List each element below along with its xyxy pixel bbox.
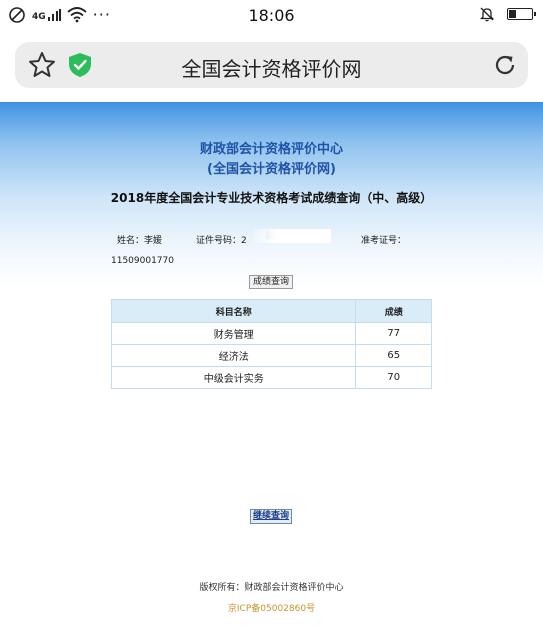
table-row: 中级会计实务 70	[110, 366, 432, 389]
table-header-row: 科目名称 成绩	[110, 299, 432, 323]
ticket-number-value: 11509001770	[111, 256, 174, 266]
header-subject: 科目名称	[110, 299, 357, 323]
score-cell: 65	[355, 344, 432, 367]
score-cell: 70	[355, 366, 432, 389]
subject-cell: 中级会计实务	[110, 366, 357, 389]
score-query-button[interactable]: 成绩查询	[249, 275, 293, 289]
browser-page-title[interactable]: 全国会计资格评价网	[15, 53, 528, 82]
browser-address-bar[interactable]: 全国会计资格评价网	[15, 42, 528, 88]
reload-icon[interactable]	[491, 51, 519, 79]
table-row: 经济法 65	[110, 344, 432, 367]
score-cell: 77	[355, 322, 432, 345]
mute-bell-icon	[479, 7, 495, 22]
icp-license-link[interactable]: 京ICP备05002860号	[0, 601, 543, 614]
status-bar: 4G ··· 18:06	[0, 0, 543, 32]
subject-cell: 财务管理	[110, 322, 357, 345]
page-content: 财政部会计资格评价中心 (全国会计资格评价网) 2018年度全国会计专业技术资格…	[0, 102, 543, 640]
subject-cell: 经济法	[110, 344, 357, 367]
org-name: 财政部会计资格评价中心	[199, 142, 343, 157]
id-number-label: 证件号码：2	[196, 236, 247, 246]
header-score: 成绩	[355, 299, 432, 323]
score-table: 科目名称 成绩 财务管理 77 经济法 65 中级会计实务 70	[110, 299, 432, 389]
status-time: 18:06	[248, 6, 295, 25]
battery-icon	[507, 8, 536, 20]
candidate-name: 姓名：李媛	[117, 236, 163, 246]
continue-query-button[interactable]: 继续查询	[250, 509, 292, 524]
table-row: 财务管理 77	[110, 322, 432, 345]
redaction-mask	[253, 229, 331, 243]
org-site-name: (全国会计资格评价网)	[207, 162, 336, 177]
status-icons-right	[479, 6, 536, 22]
copyright-text: 版权所有：财政部会计资格评价中心	[199, 583, 344, 593]
ticket-number-label: 准考证号：	[361, 236, 407, 246]
page-title: 2018年度全国会计专业技术资格考试成绩查询（中、高级）	[110, 191, 433, 205]
